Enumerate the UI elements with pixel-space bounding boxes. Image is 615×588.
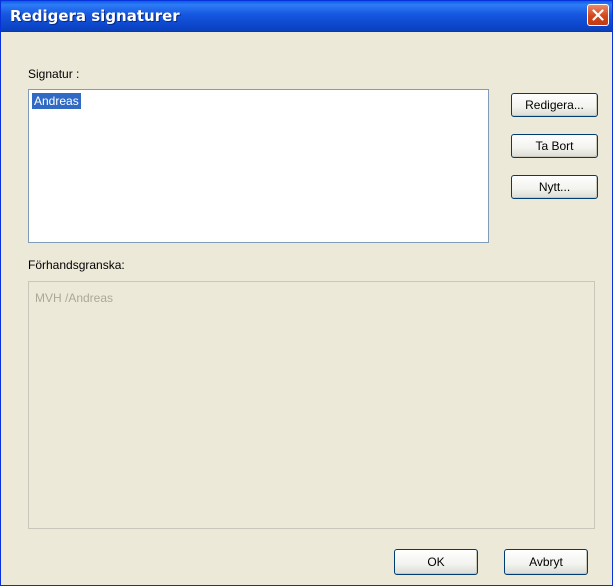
delete-button[interactable]: Ta Bort xyxy=(511,134,598,158)
preview-box: MVH /Andreas xyxy=(28,281,595,529)
edit-button[interactable]: Redigera... xyxy=(511,93,598,117)
title-bar[interactable]: Redigera signaturer xyxy=(1,1,612,32)
window-title: Redigera signaturer xyxy=(10,7,180,25)
new-button[interactable]: Nytt... xyxy=(511,175,598,199)
close-button[interactable] xyxy=(587,4,609,26)
signature-list[interactable]: Andreas xyxy=(28,89,489,243)
signature-label: Signatur : xyxy=(28,67,80,81)
close-icon xyxy=(592,9,604,21)
dialog-window: Redigera signaturer Signatur : Andreas R… xyxy=(0,0,613,586)
list-item[interactable]: Andreas xyxy=(32,93,81,109)
preview-label: Förhandsgranska: xyxy=(28,258,125,272)
cancel-button[interactable]: Avbryt xyxy=(504,549,588,575)
ok-button[interactable]: OK xyxy=(394,549,478,575)
preview-text: MVH /Andreas xyxy=(35,291,114,305)
